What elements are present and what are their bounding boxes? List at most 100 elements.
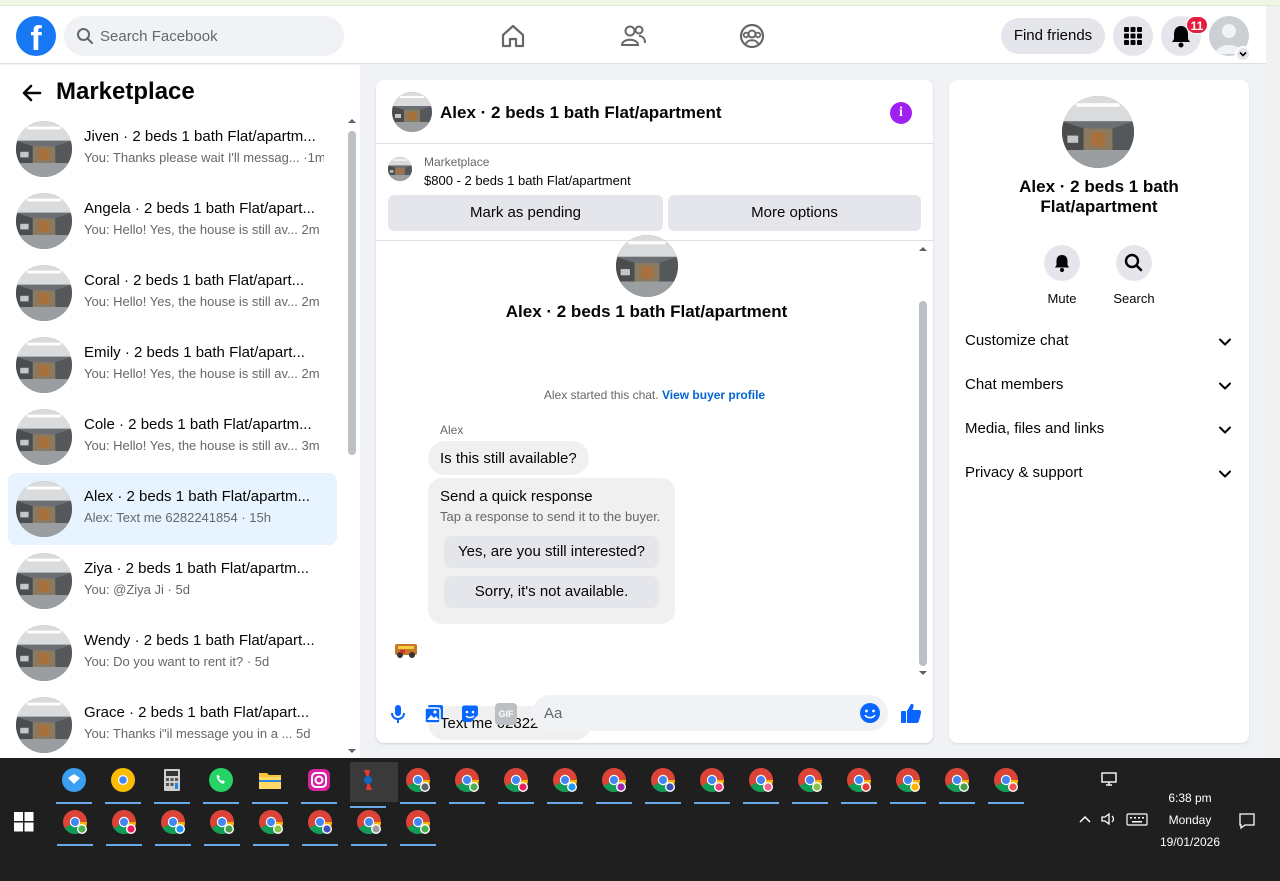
chrome-profile-icon[interactable] — [694, 762, 730, 804]
clock-date[interactable]: 19/01/2026 — [1155, 835, 1225, 849]
message-input-box[interactable] — [532, 695, 888, 731]
chat-title[interactable]: Alex · 2 beds 1 bath Flat/apartment — [440, 103, 722, 123]
conversation-item[interactable]: Emily · 2 beds 1 bath Flat/apart... You: … — [8, 329, 337, 401]
conversation-item[interactable]: Angela · 2 beds 1 bath Flat/apart... You:… — [8, 185, 337, 257]
conversation-name: Wendy · 2 beds 1 bath Flat/apart... — [84, 632, 315, 649]
chrome-profile-icon[interactable] — [400, 762, 436, 804]
groups-icon[interactable] — [738, 22, 766, 50]
message-input[interactable] — [544, 695, 844, 731]
chat-header-avatar[interactable] — [392, 92, 432, 132]
quick-response-card: Send a quick response Tap a response to … — [428, 478, 675, 624]
chrome-profile-icon[interactable] — [57, 804, 93, 846]
calculator-icon[interactable] — [154, 762, 190, 804]
conversation-item[interactable]: Jiven · 2 beds 1 bath Flat/apartm... You:… — [8, 113, 337, 185]
chrome-profile-icon[interactable] — [106, 804, 142, 846]
chrome-profile-icon[interactable] — [204, 804, 240, 846]
whatsapp-icon[interactable] — [203, 762, 239, 804]
instagram-icon[interactable] — [301, 762, 337, 804]
conversation-item[interactable]: Wendy · 2 beds 1 bath Flat/apart... You: … — [8, 617, 337, 689]
details-section-privacy-support[interactable]: Privacy & support — [957, 452, 1241, 496]
incoming-message-bubble[interactable]: Is this still available? — [428, 441, 589, 475]
chrome-profile-icon[interactable] — [449, 762, 485, 804]
chat-scrollbar[interactable] — [917, 243, 929, 675]
like-thumb-icon[interactable] — [899, 701, 923, 725]
more-options-button[interactable]: More options — [668, 195, 921, 231]
scroll-down-arrow-icon[interactable] — [917, 669, 929, 677]
gif-button[interactable]: GIF — [495, 703, 517, 725]
chrome-profile-icon[interactable] — [498, 762, 534, 804]
home-icon[interactable] — [499, 22, 527, 50]
mark-as-pending-button[interactable]: Mark as pending — [388, 195, 663, 231]
scrollbar-thumb[interactable] — [919, 301, 927, 666]
conversation-list-scrollbar[interactable] — [346, 117, 358, 755]
quick-reply-not-available[interactable]: Sorry, it's not available. — [444, 576, 659, 608]
scroll-up-arrow-icon[interactable] — [346, 117, 358, 125]
chrome-profile-icon[interactable] — [890, 762, 926, 804]
chrome-profile-icon[interactable] — [302, 804, 338, 846]
sticker-icon[interactable] — [459, 703, 481, 725]
chrome-profile-icon[interactable] — [743, 762, 779, 804]
chrome-profile-icon[interactable] — [547, 762, 583, 804]
back-arrow-icon[interactable] — [20, 81, 44, 105]
chrome-profile-icon[interactable] — [351, 804, 387, 846]
app-icon[interactable] — [56, 762, 92, 804]
listing-thumbnail[interactable] — [388, 157, 412, 181]
menu-button[interactable] — [1113, 16, 1153, 56]
friends-icon[interactable] — [619, 22, 647, 50]
mute-button[interactable] — [1044, 245, 1080, 281]
conversation-item[interactable]: Cole · 2 beds 1 bath Flat/apartm... You: … — [8, 401, 337, 473]
conversation-item[interactable]: Coral · 2 beds 1 bath Flat/apart... You: … — [8, 257, 337, 329]
mute-action[interactable]: Mute — [1032, 245, 1092, 306]
clock-time[interactable]: 6:38 pm — [1155, 791, 1225, 805]
chrome-profile-icon[interactable] — [645, 762, 681, 804]
conversation-preview: You: Thanks please wait I'll messag... ·… — [84, 150, 324, 165]
chrome-profile-icon[interactable] — [939, 762, 975, 804]
keyboard-icon[interactable] — [1126, 813, 1148, 826]
chrome-profile-icon[interactable] — [253, 804, 289, 846]
microphone-icon[interactable] — [387, 703, 409, 725]
taskbar-running-indicator — [743, 802, 779, 804]
search-facebook-box[interactable] — [64, 16, 344, 56]
photo-icon[interactable] — [423, 703, 445, 725]
file-explorer-icon[interactable] — [252, 762, 288, 804]
chrome-profile-icon[interactable] — [792, 762, 828, 804]
chrome-profile-icon[interactable] — [400, 804, 436, 846]
windows-start-icon[interactable] — [14, 812, 34, 832]
conversation-name: Emily · 2 beds 1 bath Flat/apart... — [84, 344, 305, 361]
network-icon[interactable] — [1101, 772, 1119, 788]
volume-icon[interactable] — [1100, 812, 1118, 826]
search-input[interactable] — [100, 16, 330, 56]
taskbar-running-indicator — [302, 844, 338, 846]
find-friends-button[interactable]: Find friends — [1001, 18, 1105, 54]
chrome-profile-icon[interactable] — [841, 762, 877, 804]
chrome-profile-icon[interactable] — [596, 762, 632, 804]
chat-window: Alex · 2 beds 1 bath Flat/apartment i Ma… — [376, 80, 933, 743]
conversation-item[interactable]: Alex · 2 beds 1 bath Flat/apartm... Alex:… — [8, 473, 337, 545]
view-buyer-profile-link[interactable]: View buyer profile — [662, 388, 765, 402]
scrollbar-thumb[interactable] — [348, 131, 356, 455]
details-section-media-files-and-links[interactable]: Media, files and links — [957, 408, 1241, 452]
facebook-logo[interactable]: f — [16, 16, 56, 56]
notification-center-icon[interactable] — [1238, 812, 1256, 830]
search-in-chat-button[interactable] — [1116, 245, 1152, 281]
details-section-customize-chat[interactable]: Customize chat — [957, 320, 1241, 364]
scroll-down-arrow-icon[interactable] — [346, 747, 358, 755]
chrome-canary-icon[interactable] — [105, 762, 141, 804]
quick-reply-still-interested[interactable]: Yes, are you still interested? — [444, 536, 659, 568]
account-menu-caret[interactable] — [1235, 46, 1251, 62]
active-app-icon[interactable] — [350, 762, 398, 808]
conversation-item[interactable]: Ziya · 2 beds 1 bath Flat/apartm... You: … — [8, 545, 337, 617]
page-scrollbar[interactable] — [1266, 6, 1280, 758]
chrome-profile-icon[interactable] — [988, 762, 1024, 804]
info-icon[interactable]: i — [890, 102, 912, 124]
search-action[interactable]: Search — [1104, 245, 1164, 306]
emoji-icon[interactable] — [859, 702, 881, 724]
sender-avatar[interactable] — [392, 635, 420, 663]
conversation-item[interactable]: Grace · 2 beds 1 bath Flat/apart... You: … — [8, 689, 337, 761]
chevron-up-icon[interactable] — [1078, 814, 1092, 824]
chrome-profile-icon[interactable] — [155, 804, 191, 846]
listing-price[interactable]: $800 - 2 beds 1 bath Flat/apartment — [424, 173, 631, 188]
details-section-chat-members[interactable]: Chat members — [957, 364, 1241, 408]
clock-day[interactable]: Monday — [1155, 813, 1225, 827]
scroll-up-arrow-icon[interactable] — [917, 245, 929, 253]
